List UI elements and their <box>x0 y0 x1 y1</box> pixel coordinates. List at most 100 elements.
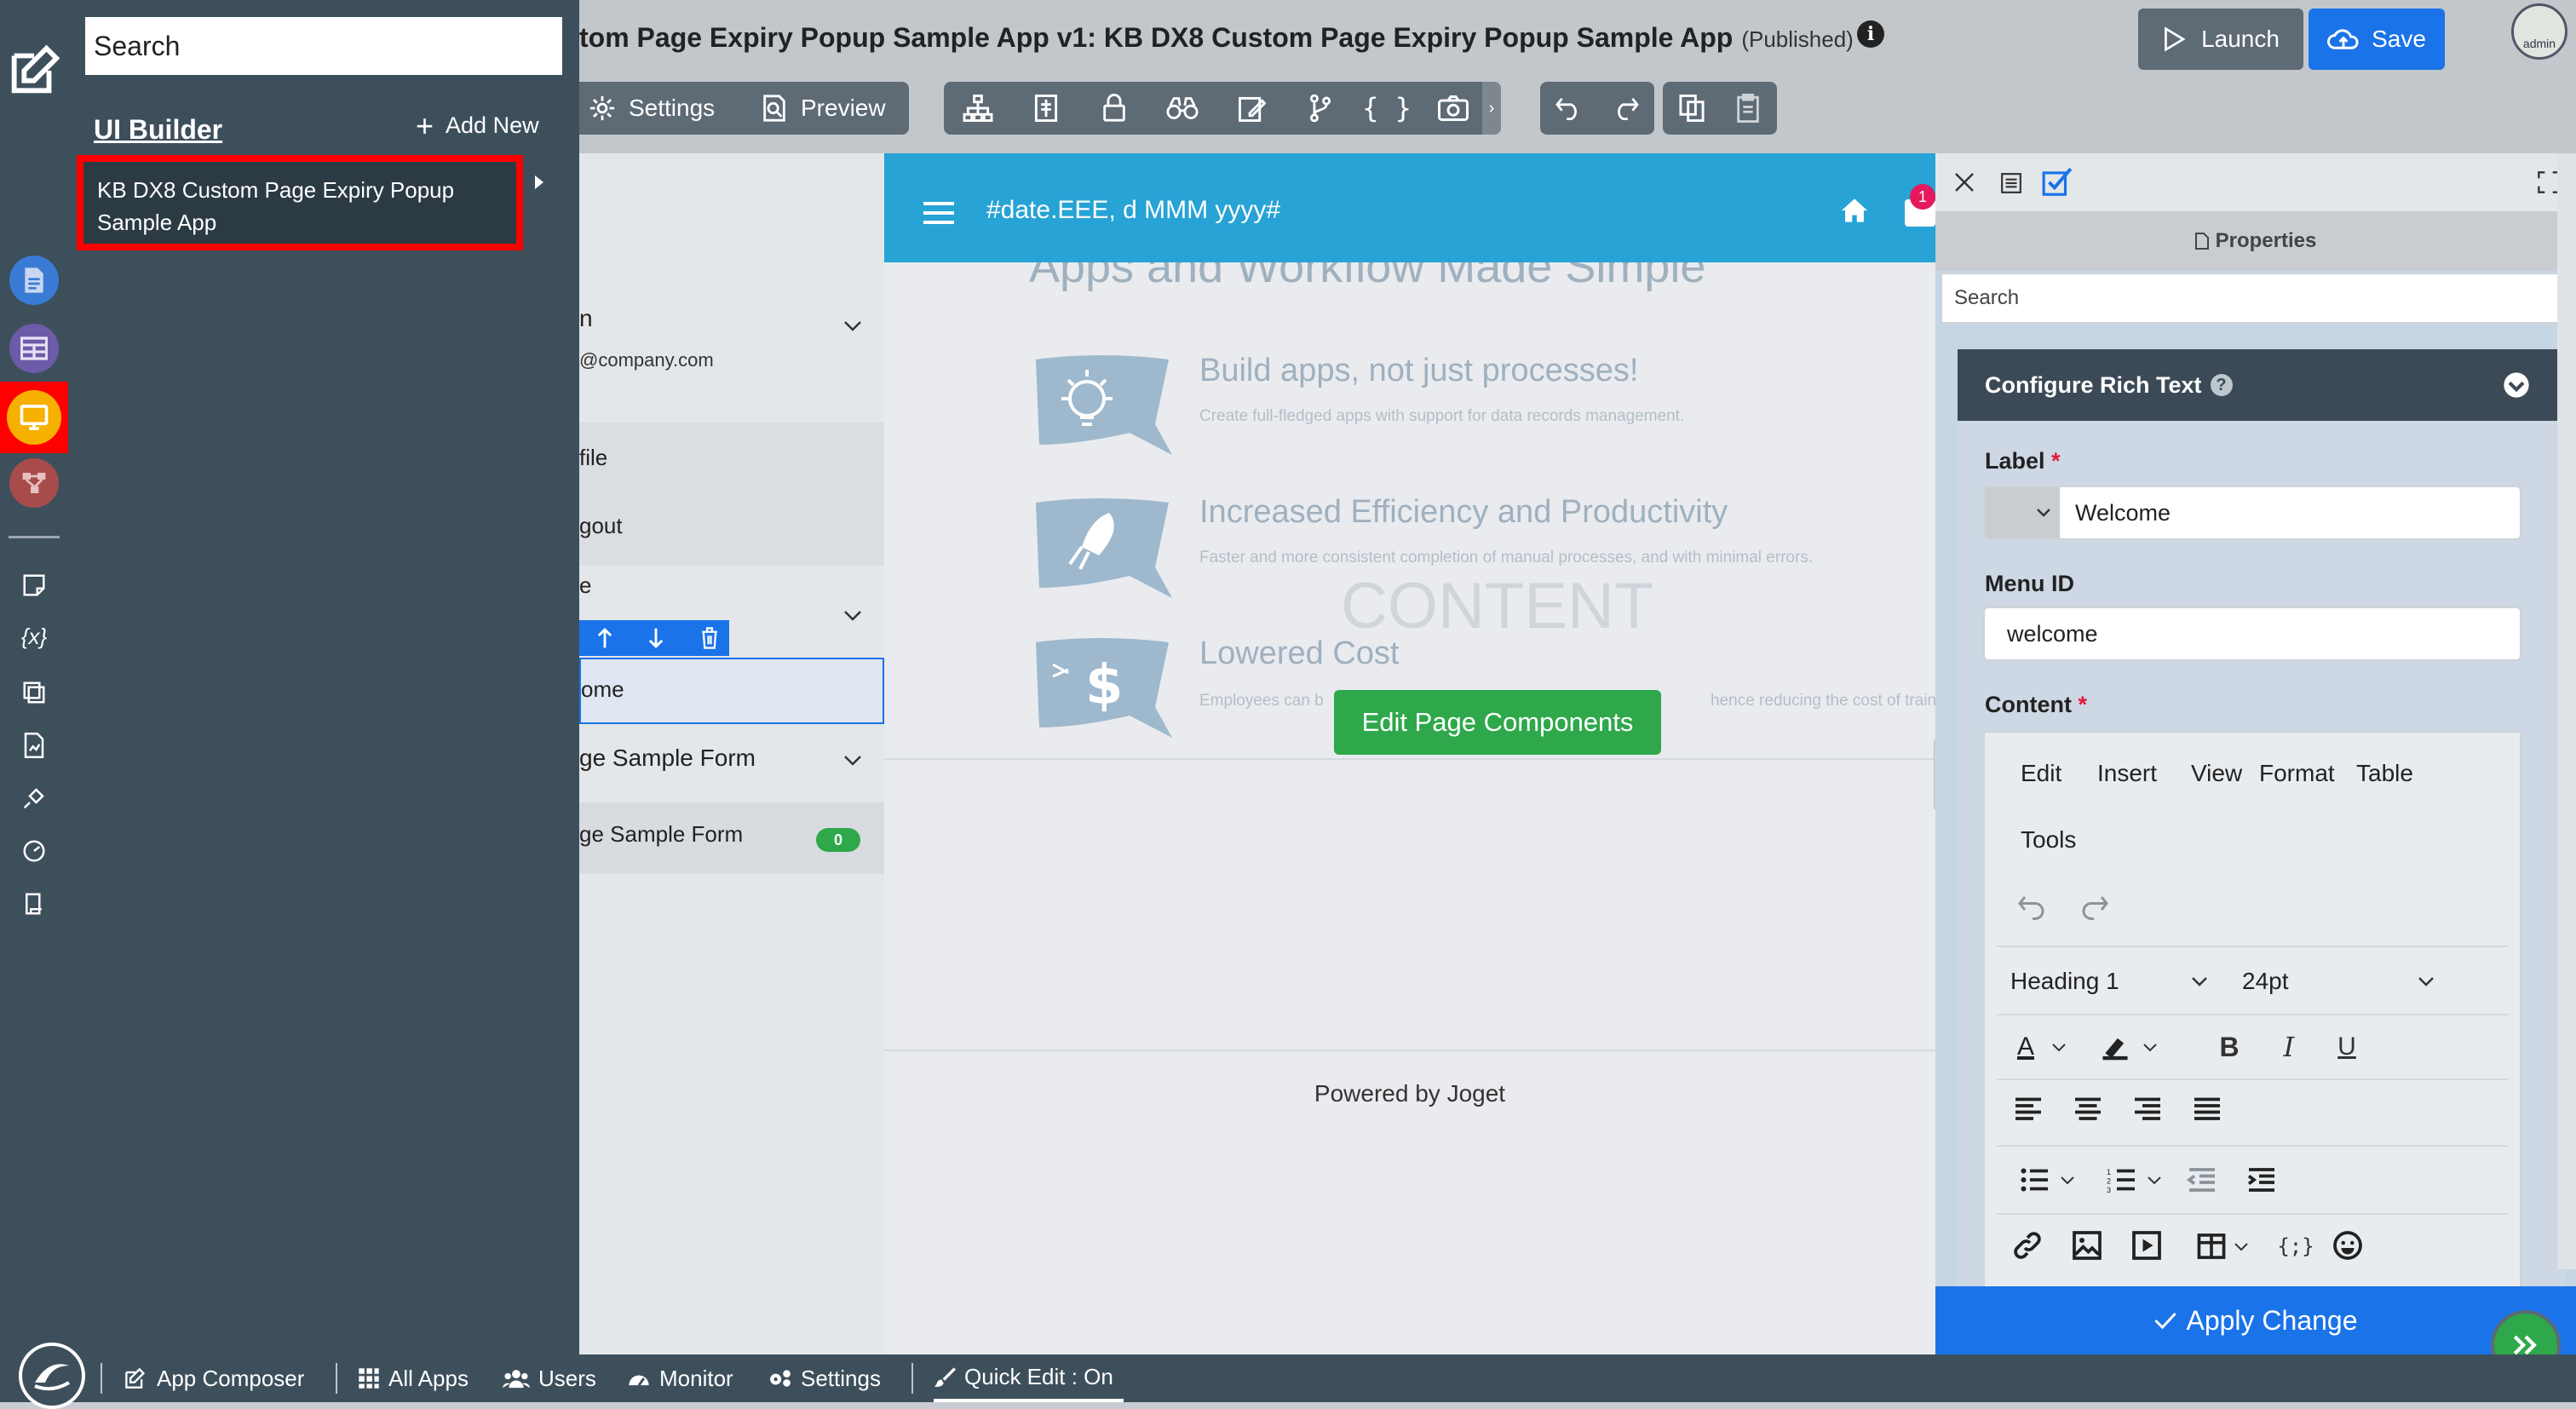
nav-form-item[interactable]: ge Sample Form 0 <box>579 802 884 874</box>
menu-id-input[interactable]: welcome <box>1983 607 2521 661</box>
settings-link[interactable]: Settings <box>768 1354 881 1402</box>
note-icon[interactable] <box>0 572 68 598</box>
form-icon[interactable] <box>1021 82 1072 135</box>
lock-icon[interactable] <box>1089 82 1140 135</box>
menu-table[interactable]: Table <box>2356 760 2413 787</box>
document-icon[interactable] <box>0 733 68 758</box>
svg-text:$: $ <box>1085 654 1124 717</box>
hamburger-icon[interactable] <box>922 201 956 225</box>
binoculars-icon[interactable] <box>1157 82 1208 135</box>
checkbox-icon[interactable] <box>2041 167 2073 198</box>
selected-app-item[interactable]: KB DX8 Custom Page Expiry Popup Sample A… <box>77 155 523 250</box>
plugin-icon[interactable] <box>0 785 68 811</box>
nav-profile[interactable]: file <box>579 445 607 471</box>
close-icon[interactable] <box>1954 172 1975 193</box>
performance-icon[interactable] <box>0 838 68 864</box>
home-icon[interactable] <box>1840 198 1869 223</box>
forms-icon[interactable] <box>0 256 68 305</box>
trash-icon[interactable] <box>700 627 719 649</box>
redo-icon[interactable] <box>1600 82 1651 135</box>
camera-icon[interactable] <box>1428 82 1479 135</box>
resources-icon[interactable] <box>0 680 68 705</box>
move-up-icon[interactable] <box>596 627 613 649</box>
properties-tab[interactable]: Properties <box>1935 211 2576 271</box>
sidebar-search-input[interactable]: Search <box>85 17 562 75</box>
user-profile-section[interactable]: n @company.com <box>579 267 884 421</box>
process-icon[interactable] <box>0 458 68 508</box>
align-right-icon[interactable] <box>2131 1096 2164 1121</box>
move-down-icon[interactable] <box>647 627 664 649</box>
align-left-icon[interactable] <box>2012 1096 2044 1121</box>
code-icon[interactable]: {;} <box>2274 1225 2317 1268</box>
tree-icon[interactable] <box>952 82 1003 135</box>
chevron-circle-icon[interactable] <box>2503 371 2530 399</box>
link-icon[interactable] <box>2012 1230 2043 1261</box>
nav-welcome[interactable]: ome <box>579 658 884 724</box>
menu-view[interactable]: View <box>2191 760 2242 787</box>
undo-icon[interactable] <box>1544 82 1595 135</box>
menu-tools[interactable]: Tools <box>2021 826 2076 854</box>
app-header: #date.EEE, d MMM yyyy# 1 <box>884 153 1935 262</box>
quick-edit-toggle[interactable]: Quick Edit : On <box>934 1354 1124 1402</box>
menu-format[interactable]: Format <box>2259 760 2335 787</box>
numbered-list-icon[interactable]: 123 <box>2096 1159 2172 1201</box>
app-composer-link[interactable]: App Composer <box>123 1354 304 1402</box>
paste-icon[interactable] <box>1722 82 1774 135</box>
image-icon[interactable] <box>2072 1230 2102 1261</box>
panel-layout-icon[interactable] <box>2000 172 2022 194</box>
joget-logo[interactable] <box>19 1343 85 1409</box>
feature-title: Increased Efficiency and Productivity <box>1199 494 1728 530</box>
language-selector[interactable] <box>1985 487 2060 538</box>
copy-icon[interactable] <box>1666 82 1717 135</box>
table-icon[interactable] <box>2184 1225 2261 1268</box>
info-icon[interactable]: i <box>1857 20 1884 48</box>
nav-form-category[interactable]: ge Sample Form <box>579 745 756 772</box>
nav-logout[interactable]: gout <box>579 513 623 539</box>
underline-icon[interactable]: U <box>2326 1026 2368 1068</box>
avatar[interactable]: admin <box>2511 3 2567 60</box>
font-size-select[interactable]: 24pt <box>2228 958 2448 1005</box>
editor-undo-icon[interactable] <box>2017 894 2048 920</box>
variable-icon[interactable]: {x} <box>0 624 68 650</box>
all-apps-link[interactable]: All Apps <box>358 1354 469 1402</box>
scrollbar[interactable] <box>2557 153 2576 1269</box>
code-braces-icon[interactable]: { } <box>1361 82 1412 135</box>
ui-builder-icon[interactable] <box>0 382 68 453</box>
users-link[interactable]: Users <box>503 1354 596 1402</box>
add-new-button[interactable]: + Add New <box>416 110 539 141</box>
export-icon[interactable] <box>0 891 68 917</box>
block-format-select[interactable]: Heading 1 <box>1997 958 2222 1005</box>
nav-category[interactable]: e <box>579 572 591 599</box>
menu-edit[interactable]: Edit <box>2021 760 2061 787</box>
help-icon[interactable]: ? <box>2210 374 2233 396</box>
indent-icon[interactable] <box>2245 1167 2278 1193</box>
media-icon[interactable] <box>2131 1230 2162 1261</box>
italic-icon[interactable]: I <box>2268 1026 2310 1068</box>
menu-insert[interactable]: Insert <box>2097 760 2157 787</box>
datalist-icon[interactable] <box>0 324 68 373</box>
apply-change-button[interactable]: Apply Change <box>1935 1286 2576 1354</box>
launch-button[interactable]: Launch <box>2138 9 2303 70</box>
properties-search-input[interactable]: Search <box>1941 273 2571 324</box>
align-center-icon[interactable] <box>2072 1096 2104 1121</box>
edit-page-components-button[interactable]: Edit Page Components <box>1334 690 1661 755</box>
preview-tab[interactable]: Preview <box>760 82 886 135</box>
branch-icon[interactable] <box>1295 82 1346 135</box>
edit-form-icon[interactable] <box>1227 82 1278 135</box>
align-justify-icon[interactable] <box>2191 1096 2223 1121</box>
emoji-icon[interactable] <box>2332 1230 2363 1261</box>
label-input[interactable]: Welcome <box>1983 486 2521 540</box>
panel-title[interactable]: UI Builder <box>94 114 222 146</box>
settings-tab[interactable]: Settings <box>588 82 715 135</box>
section-header[interactable]: Configure Rich Text ? <box>1958 349 2566 421</box>
editor-redo-icon[interactable] <box>2079 894 2109 920</box>
outdent-icon[interactable] <box>2186 1167 2218 1193</box>
highlight-icon[interactable] <box>2090 1026 2167 1068</box>
monitor-link[interactable]: Monitor <box>627 1354 733 1402</box>
save-button[interactable]: Save <box>2309 9 2445 70</box>
edit-app-icon[interactable] <box>0 41 68 101</box>
text-color-icon[interactable]: A <box>2004 1026 2080 1068</box>
scroll-right-icon[interactable]: › <box>1482 82 1501 135</box>
bullet-list-icon[interactable] <box>2009 1159 2085 1201</box>
bold-icon[interactable]: B <box>2208 1026 2251 1068</box>
